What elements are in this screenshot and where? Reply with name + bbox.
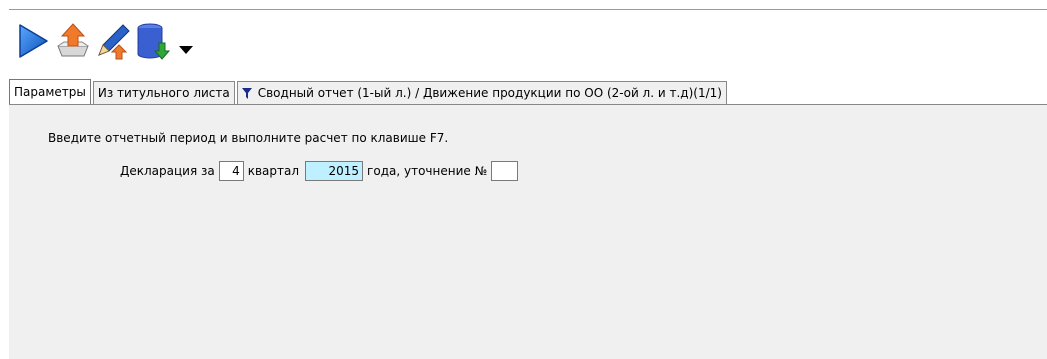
dropdown-arrow-icon bbox=[179, 46, 193, 54]
year-label: года, уточнение № bbox=[367, 164, 488, 178]
more-dropdown-button[interactable] bbox=[171, 19, 201, 63]
export-button[interactable] bbox=[51, 19, 95, 63]
toolbar bbox=[11, 18, 197, 64]
declaration-label: Декларация за bbox=[120, 164, 215, 178]
tab-title-page[interactable]: Из титульного листа bbox=[92, 81, 235, 104]
database-import-icon bbox=[137, 23, 171, 60]
play-icon bbox=[19, 24, 48, 58]
pen-icon bbox=[98, 24, 130, 60]
quarter-input[interactable]: 4 bbox=[218, 161, 244, 181]
tab-strip: Параметры Из титульного листа Сводный от… bbox=[9, 79, 729, 104]
declaration-row: Декларация за 4 квартал 2015 года, уточн… bbox=[120, 161, 519, 181]
filter-icon bbox=[241, 87, 252, 99]
tab-parameters[interactable]: Параметры bbox=[9, 79, 91, 104]
correction-number-input[interactable] bbox=[491, 161, 519, 181]
edit-button[interactable] bbox=[91, 19, 135, 63]
parameters-panel: Введите отчетный период и выполните расч… bbox=[9, 104, 1047, 359]
tab-summary-report[interactable]: Сводный отчет (1-ый л.) / Движение проду… bbox=[236, 81, 727, 104]
tab-label: Из титульного листа bbox=[97, 86, 230, 100]
tab-label: Сводный отчет (1-ый л.) / Движение проду… bbox=[257, 86, 722, 100]
quarter-label: квартал bbox=[247, 164, 300, 178]
run-button[interactable] bbox=[11, 19, 55, 63]
tab-label: Параметры bbox=[14, 85, 86, 99]
year-input[interactable]: 2015 bbox=[305, 161, 364, 181]
instruction-text: Введите отчетный период и выполните расч… bbox=[48, 131, 449, 145]
upload-tray-icon bbox=[57, 23, 89, 57]
top-divider bbox=[9, 9, 1047, 10]
database-button[interactable] bbox=[131, 19, 175, 63]
